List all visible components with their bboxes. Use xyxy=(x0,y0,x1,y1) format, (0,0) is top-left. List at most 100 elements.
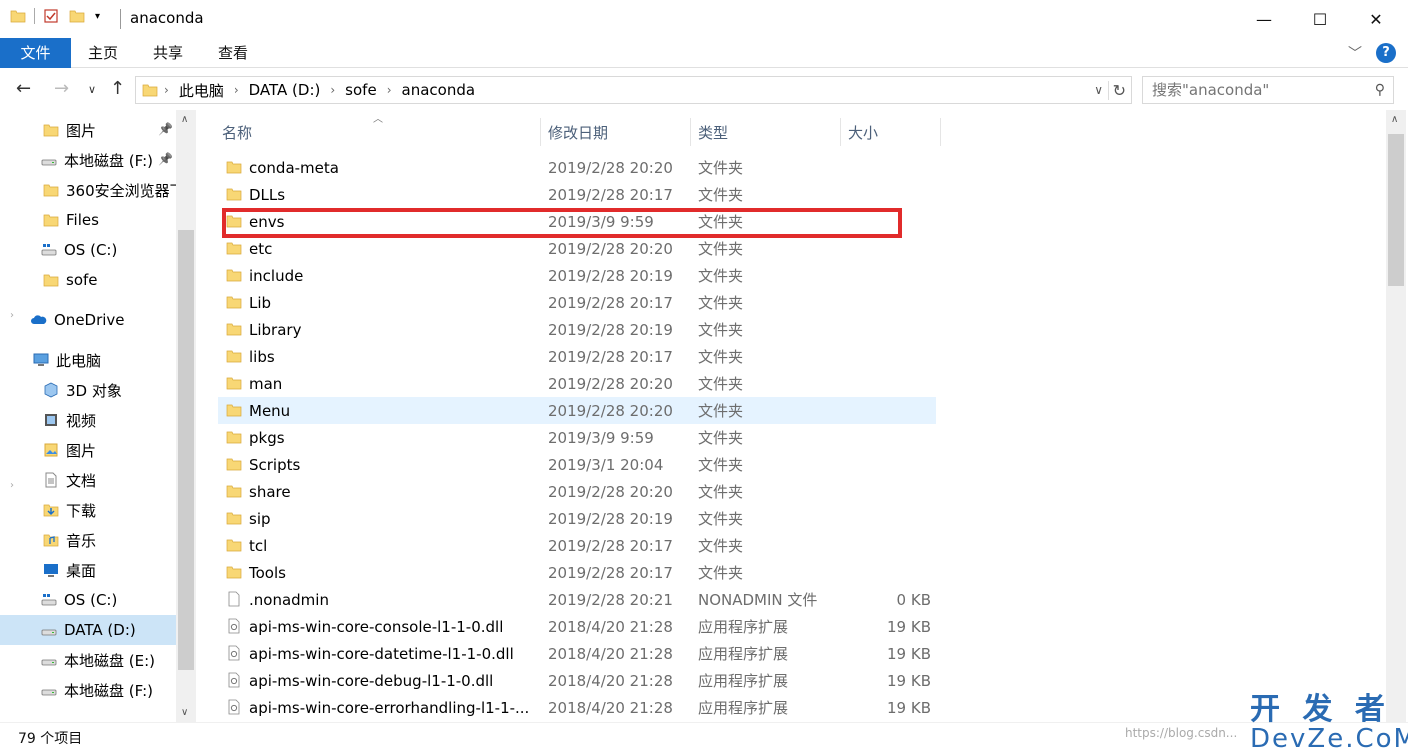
folder-icon xyxy=(43,214,59,227)
file-row[interactable]: Lib 2019/2/28 20:17 文件夹 xyxy=(218,289,936,316)
sidebar-item[interactable]: 360安全浏览器下 xyxy=(42,175,185,205)
sidebar-item[interactable]: 本地磁盘 (F:) xyxy=(40,145,153,175)
crumb-separator-icon[interactable]: › xyxy=(381,83,398,97)
sidebar-item[interactable]: Files xyxy=(42,205,99,235)
crumb-separator-icon[interactable]: › xyxy=(324,83,341,97)
column-divider[interactable] xyxy=(940,118,941,146)
file-list-scroll-thumb[interactable] xyxy=(1388,134,1404,286)
column-header-date[interactable]: 修改日期 xyxy=(548,118,688,148)
minimize-button[interactable]: — xyxy=(1236,0,1292,38)
file-list-scrollbar[interactable]: ∧ xyxy=(1386,110,1406,722)
file-name: Scripts xyxy=(249,455,301,474)
file-row[interactable]: Tools 2019/2/28 20:17 文件夹 xyxy=(218,559,936,586)
file-row[interactable]: conda-meta 2019/2/28 20:20 文件夹 xyxy=(218,154,936,181)
forward-arrow-icon[interactable]: → xyxy=(54,78,69,99)
breadcrumb-sofe[interactable]: sofe xyxy=(341,81,381,99)
dll-file-icon xyxy=(228,618,240,634)
sidebar-item[interactable]: 图片 xyxy=(42,435,96,465)
nav-scrollbar[interactable]: ∧ ∨ xyxy=(176,110,196,722)
up-arrow-icon[interactable]: ↑ xyxy=(110,78,125,99)
file-row[interactable]: DLLs 2019/2/28 20:17 文件夹 xyxy=(218,181,936,208)
file-row[interactable]: Menu 2019/2/28 20:20 文件夹 xyxy=(218,397,936,424)
search-box[interactable]: ⚲ xyxy=(1142,76,1394,104)
refresh-icon[interactable]: ↻ xyxy=(1107,80,1126,100)
file-row[interactable]: man 2019/2/28 20:20 文件夹 xyxy=(218,370,936,397)
file-name: include xyxy=(249,266,304,285)
scroll-up-arrow-icon[interactable]: ∧ xyxy=(1391,114,1398,125)
sidebar-item[interactable]: OS (C:) xyxy=(40,585,117,615)
expand-chevron-icon[interactable]: › xyxy=(10,310,14,321)
file-date: 2019/2/28 20:19 xyxy=(548,320,673,339)
file-type: 应用程序扩展 xyxy=(698,699,789,717)
breadcrumb-anaconda[interactable]: anaconda xyxy=(398,81,480,99)
sidebar-item[interactable]: 图片 xyxy=(42,115,96,145)
column-header-name[interactable]: 名称 xyxy=(222,118,540,148)
file-type: 文件夹 xyxy=(698,456,744,474)
file-row[interactable]: sip 2019/2/28 20:19 文件夹 xyxy=(218,505,936,532)
search-input[interactable] xyxy=(1152,81,1352,99)
maximize-button[interactable]: ☐ xyxy=(1292,0,1348,38)
column-divider[interactable] xyxy=(840,118,841,146)
new-folder-icon[interactable] xyxy=(69,8,85,24)
properties-icon[interactable] xyxy=(43,8,59,24)
sidebar-item[interactable]: OneDrive xyxy=(30,305,125,335)
file-row[interactable]: share 2019/2/28 20:20 文件夹 xyxy=(218,478,936,505)
file-row[interactable]: api-ms-win-core-errorhandling-l1-1-... 20… xyxy=(218,694,936,721)
column-header-type[interactable]: 类型 xyxy=(698,118,838,148)
crumb-separator-icon[interactable]: › xyxy=(158,83,175,97)
file-row[interactable]: api-ms-win-core-datetime-l1-1-0.dll 2018/… xyxy=(218,640,936,667)
back-arrow-icon[interactable]: ← xyxy=(16,78,31,99)
file-row[interactable]: api-ms-win-core-debug-l1-1-0.dll 2018/4/2… xyxy=(218,667,936,694)
sidebar-item[interactable]: 视频 xyxy=(42,405,96,435)
sidebar-item[interactable]: 本地磁盘 (F:) xyxy=(40,675,153,705)
file-row[interactable]: libs 2019/2/28 20:17 文件夹 xyxy=(218,343,936,370)
tab-home[interactable]: 主页 xyxy=(76,38,130,68)
breadcrumb-this-pc[interactable]: 此电脑 xyxy=(175,80,228,101)
sidebar-item[interactable]: 此电脑 xyxy=(32,345,101,375)
file-row[interactable]: pkgs 2019/3/9 9:59 文件夹 xyxy=(218,424,936,451)
sidebar-item[interactable]: OS (C:) xyxy=(40,235,117,265)
file-row[interactable]: api-ms-win-core-console-l1-1-0.dll 2018/4… xyxy=(218,613,936,640)
recent-locations-chevron-icon[interactable]: ∨ xyxy=(88,83,96,96)
pin-icon[interactable]: 📌 xyxy=(158,122,173,136)
file-row[interactable]: Library 2019/2/28 20:19 文件夹 xyxy=(218,316,936,343)
column-divider[interactable] xyxy=(690,118,691,146)
crumb-separator-icon[interactable]: › xyxy=(228,83,245,97)
expand-chevron-icon[interactable]: › xyxy=(10,480,14,491)
file-row[interactable]: etc 2019/2/28 20:20 文件夹 xyxy=(218,235,936,262)
sidebar-item[interactable]: 3D 对象 xyxy=(42,375,122,405)
folder-icon[interactable] xyxy=(10,8,26,24)
file-row[interactable]: envs 2019/3/9 9:59 文件夹 xyxy=(218,208,936,235)
close-button[interactable]: ✕ xyxy=(1348,0,1404,38)
tab-file[interactable]: 文件 xyxy=(0,38,71,68)
scroll-down-arrow-icon[interactable]: ∨ xyxy=(181,707,188,718)
search-icon[interactable]: ⚲ xyxy=(1375,82,1385,98)
sidebar-item[interactable]: 桌面 xyxy=(42,555,96,585)
address-dropdown-chevron-icon[interactable]: ∨ xyxy=(1094,83,1103,97)
file-row[interactable]: include 2019/2/28 20:19 文件夹 xyxy=(218,262,936,289)
pin-icon[interactable]: 📌 xyxy=(158,152,173,166)
column-divider[interactable] xyxy=(540,118,541,146)
file-row[interactable]: .nonadmin 2019/2/28 20:21 NONADMIN 文件 0 KB xyxy=(218,586,936,613)
breadcrumb-data-drive[interactable]: DATA (D:) xyxy=(245,81,325,99)
folder-icon xyxy=(226,485,242,498)
folder-icon xyxy=(43,274,59,287)
file-type: 文件夹 xyxy=(698,213,744,231)
sidebar-item[interactable]: 音乐 xyxy=(42,525,96,555)
customize-toolbar-chevron-icon[interactable]: ▾ xyxy=(95,11,100,22)
tab-view[interactable]: 查看 xyxy=(206,38,260,68)
tab-share[interactable]: 共享 xyxy=(141,38,195,68)
sidebar-item[interactable]: 文档 xyxy=(42,465,96,495)
nav-scroll-thumb[interactable] xyxy=(178,230,194,670)
sidebar-item[interactable]: 本地磁盘 (E:) xyxy=(40,645,155,675)
column-header-size[interactable]: 大小 xyxy=(848,118,938,148)
sidebar-item[interactable]: 下载 xyxy=(42,495,96,525)
scroll-up-arrow-icon[interactable]: ∧ xyxy=(181,114,188,125)
help-icon[interactable]: ? xyxy=(1376,43,1396,63)
sidebar-item[interactable]: sofe xyxy=(42,265,98,295)
address-bar[interactable]: › 此电脑 › DATA (D:) › sofe › anaconda ∨ ↻ xyxy=(135,76,1132,104)
file-row[interactable]: tcl 2019/2/28 20:17 文件夹 xyxy=(218,532,936,559)
sidebar-item[interactable]: DATA (D:) xyxy=(0,615,176,645)
expand-ribbon-chevron-icon[interactable]: ﹀ xyxy=(1348,43,1362,63)
file-row[interactable]: Scripts 2019/3/1 20:04 文件夹 xyxy=(218,451,936,478)
